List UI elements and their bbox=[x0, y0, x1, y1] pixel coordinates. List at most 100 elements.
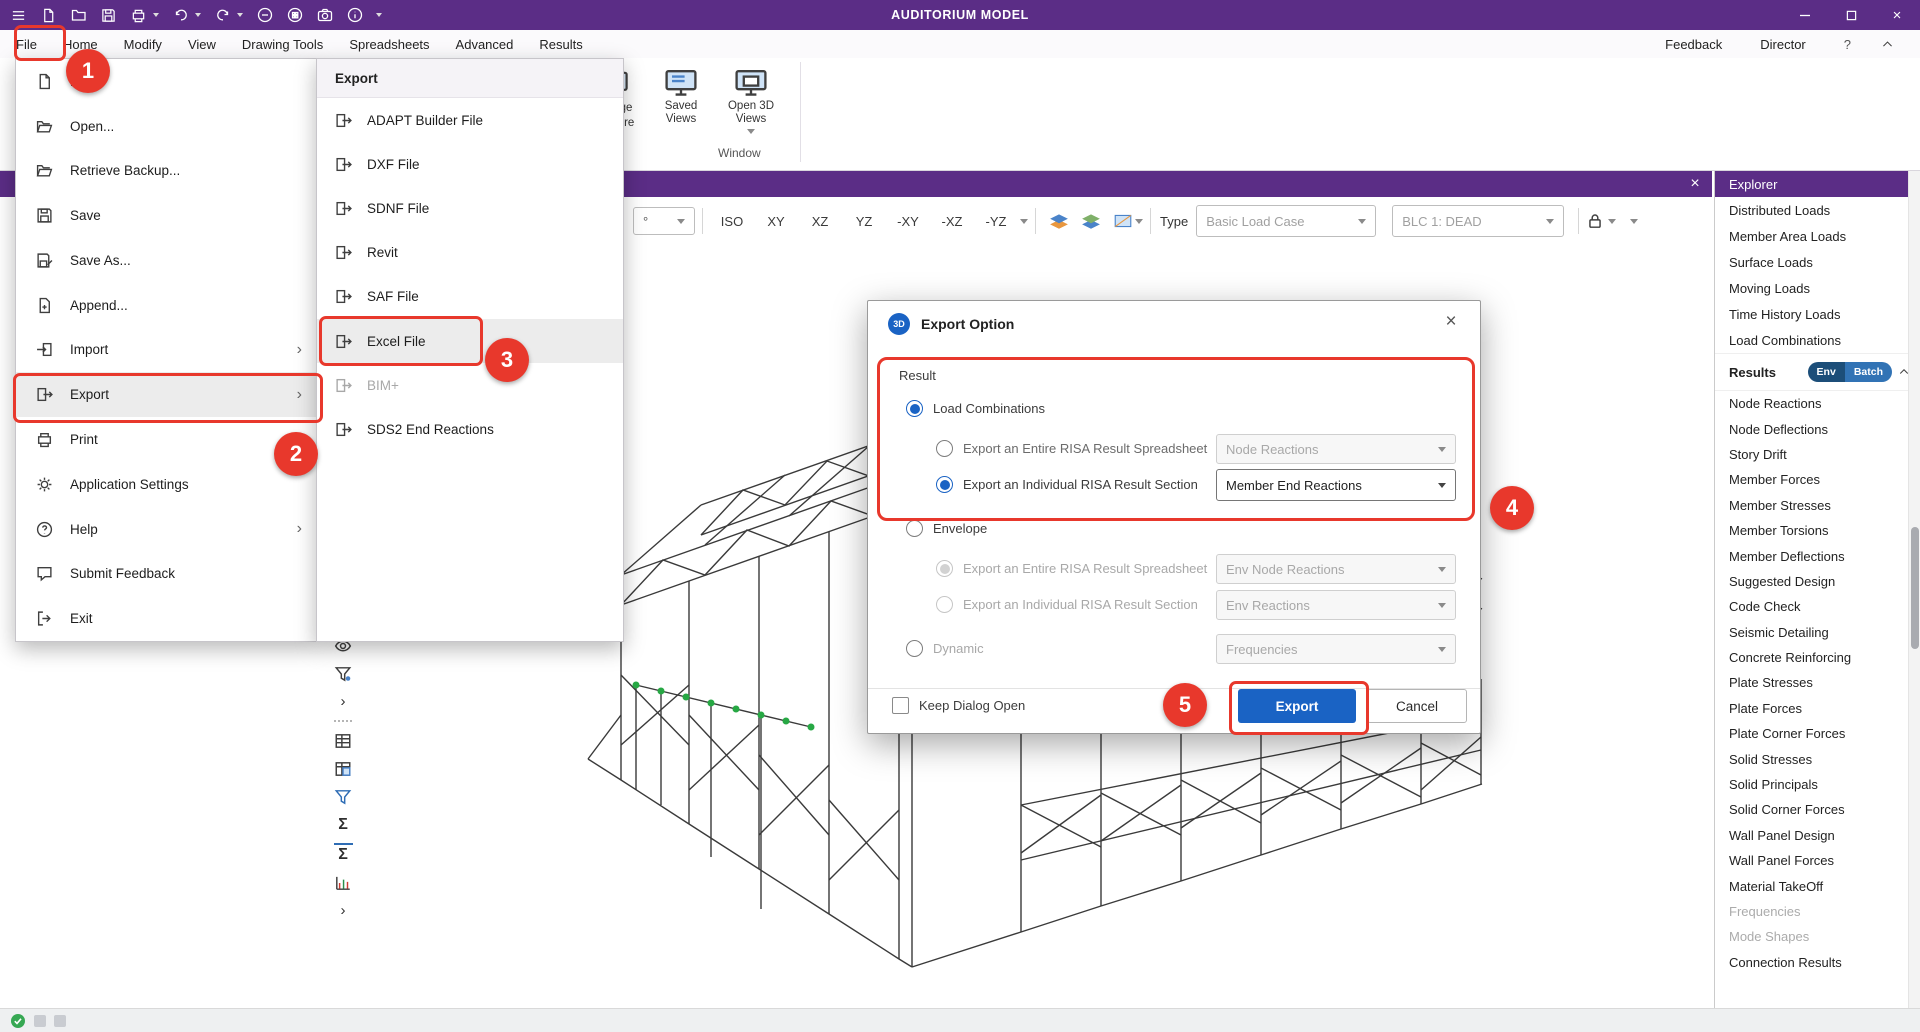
camera-icon[interactable] bbox=[316, 7, 333, 24]
render-mode-icon-1[interactable] bbox=[1049, 213, 1069, 229]
menu-advanced[interactable]: Advanced bbox=[448, 30, 522, 58]
file-menu-item-retrieve-backup[interactable]: Retrieve Backup... bbox=[16, 149, 316, 194]
menu-modify[interactable]: Modify bbox=[116, 30, 170, 58]
explorer-item-member-area-loads[interactable]: Member Area Loads bbox=[1715, 223, 1920, 249]
strip-expand-icon-bottom[interactable]: › bbox=[334, 901, 353, 920]
export-item-adapt[interactable]: ADAPT Builder File bbox=[317, 98, 623, 142]
help-icon[interactable]: ? bbox=[1836, 30, 1859, 58]
redo-dropdown-icon[interactable] bbox=[237, 13, 243, 17]
apps-circle-icon[interactable] bbox=[286, 7, 303, 24]
file-menu-item-save[interactable]: Save bbox=[16, 193, 316, 238]
keep-dialog-open-checkbox[interactable]: Keep Dialog Open bbox=[892, 697, 1025, 714]
result-item[interactable]: Concrete Reinforcing bbox=[1715, 645, 1920, 670]
export-item-sdnf[interactable]: SDNF File bbox=[317, 186, 623, 230]
status-tile-1[interactable] bbox=[34, 1015, 46, 1027]
view-iso-button[interactable]: ISO bbox=[710, 206, 754, 236]
results-filter-icon[interactable] bbox=[334, 787, 353, 806]
view-xy-button[interactable]: XY bbox=[754, 206, 798, 236]
menu-drawing-tools[interactable]: Drawing Tools bbox=[234, 30, 331, 58]
result-item[interactable]: Plate Stresses bbox=[1715, 670, 1920, 695]
load-type-select[interactable]: Basic Load Case bbox=[1196, 205, 1376, 237]
result-item[interactable]: Story Drift bbox=[1715, 442, 1920, 467]
app-menu-icon[interactable] bbox=[10, 7, 27, 24]
save-icon[interactable] bbox=[100, 7, 117, 24]
explorer-item-time-history-loads[interactable]: Time History Loads bbox=[1715, 301, 1920, 327]
file-menu-item-save-as[interactable]: Save As... bbox=[16, 238, 316, 283]
result-item[interactable]: Plate Forces bbox=[1715, 696, 1920, 721]
spreadsheet-results-icon[interactable] bbox=[334, 759, 353, 778]
result-item[interactable]: Solid Corner Forces bbox=[1715, 797, 1920, 822]
file-menu-item-import[interactable]: Import › bbox=[16, 328, 316, 373]
individual-section-select[interactable]: Member End Reactions bbox=[1216, 469, 1456, 501]
status-tile-2[interactable] bbox=[54, 1015, 66, 1027]
file-menu-item-print[interactable]: Print bbox=[16, 417, 316, 462]
sum-icon[interactable]: Σ bbox=[334, 815, 353, 834]
radio-envelope[interactable]: Envelope bbox=[906, 520, 987, 537]
export-item-sds2[interactable]: SDS2 End Reactions bbox=[317, 407, 623, 451]
view-neg-xz-button[interactable]: -XZ bbox=[930, 206, 974, 236]
open-3d-views-button[interactable]: Open 3D Views bbox=[722, 66, 780, 134]
views-more-icon[interactable] bbox=[1020, 219, 1028, 224]
result-item[interactable]: Member Torsions bbox=[1715, 518, 1920, 543]
new-file-icon[interactable] bbox=[40, 7, 57, 24]
redo-icon[interactable] bbox=[214, 7, 231, 24]
file-menu-item-application-settings[interactable]: Application Settings bbox=[16, 462, 316, 507]
lock-dropdown-icon[interactable] bbox=[1608, 219, 1616, 224]
cancel-button[interactable]: Cancel bbox=[1367, 689, 1467, 723]
blc-select[interactable]: BLC 1: DEAD bbox=[1392, 205, 1564, 237]
explorer-item-distributed-loads[interactable]: Distributed Loads bbox=[1715, 197, 1920, 223]
sum-selected-icon[interactable]: Σ bbox=[334, 843, 353, 864]
menu-spreadsheets[interactable]: Spreadsheets bbox=[341, 30, 437, 58]
result-item[interactable]: Material TakeOff bbox=[1715, 873, 1920, 898]
export-item-dxf[interactable]: DXF File bbox=[317, 142, 623, 186]
render-mode-dropdown-icon[interactable] bbox=[1135, 219, 1143, 224]
minimize-button[interactable] bbox=[1782, 0, 1828, 30]
menu-view[interactable]: View bbox=[180, 30, 224, 58]
print-dropdown-icon[interactable] bbox=[153, 13, 159, 17]
menu-file[interactable]: File bbox=[8, 30, 45, 58]
explorer-item-moving-loads[interactable]: Moving Loads bbox=[1715, 275, 1920, 301]
open-file-icon[interactable] bbox=[70, 7, 87, 24]
view-neg-yz-button[interactable]: -YZ bbox=[974, 206, 1018, 236]
file-menu-item-open[interactable]: Open... bbox=[16, 104, 316, 149]
env-toggle[interactable]: Env bbox=[1808, 362, 1845, 382]
result-item[interactable]: Solid Stresses bbox=[1715, 746, 1920, 771]
toolbar-overflow-icon[interactable] bbox=[1630, 219, 1638, 224]
batch-toggle[interactable]: Batch bbox=[1845, 362, 1892, 382]
result-item[interactable]: Seismic Detailing bbox=[1715, 620, 1920, 645]
print-icon[interactable] bbox=[130, 7, 147, 24]
result-item[interactable]: Node Deflections bbox=[1715, 416, 1920, 441]
result-item[interactable]: Solid Principals bbox=[1715, 772, 1920, 797]
explorer-scrollbar[interactable] bbox=[1908, 171, 1920, 1008]
close-button[interactable]: × bbox=[1874, 0, 1920, 30]
lock-icon[interactable] bbox=[1586, 212, 1604, 230]
export-item-excel[interactable]: Excel File bbox=[317, 319, 623, 363]
radio-dynamic[interactable]: Dynamic bbox=[906, 640, 984, 657]
director-link[interactable]: Director bbox=[1752, 30, 1814, 58]
collapse-ribbon-icon[interactable] bbox=[1881, 38, 1894, 51]
render-mode-icon-3[interactable] bbox=[1113, 213, 1133, 229]
export-button[interactable]: Export bbox=[1238, 689, 1356, 723]
radio-load-combinations[interactable]: Load Combinations bbox=[906, 400, 1045, 417]
file-menu-item-exit[interactable]: Exit bbox=[16, 596, 316, 641]
results-chart-icon[interactable] bbox=[334, 873, 353, 892]
view-neg-xy-button[interactable]: -XY bbox=[886, 206, 930, 236]
result-item[interactable]: Code Check bbox=[1715, 594, 1920, 619]
result-item[interactable]: Wall Panel Design bbox=[1715, 823, 1920, 848]
result-item[interactable]: Suggested Design bbox=[1715, 569, 1920, 594]
feedback-link[interactable]: Feedback bbox=[1657, 30, 1730, 58]
maximize-button[interactable] bbox=[1828, 0, 1874, 30]
file-menu-item-help[interactable]: Help › bbox=[16, 507, 316, 552]
remove-circle-icon[interactable] bbox=[256, 7, 273, 24]
spreadsheet-icon[interactable] bbox=[334, 731, 353, 750]
view-yz-button[interactable]: YZ bbox=[842, 206, 886, 236]
info-icon[interactable] bbox=[346, 7, 363, 24]
result-item[interactable]: Connection Results bbox=[1715, 950, 1920, 975]
render-mode-icon-2[interactable] bbox=[1081, 213, 1101, 229]
result-item[interactable]: Node Reactions bbox=[1715, 391, 1920, 416]
undo-icon[interactable] bbox=[172, 7, 189, 24]
radio-individual-section[interactable]: Export an Individual RISA Result Section bbox=[936, 476, 1198, 493]
result-item[interactable]: Wall Panel Forces bbox=[1715, 848, 1920, 873]
strip-expand-icon-top[interactable]: › bbox=[334, 692, 353, 711]
model-window-close-icon[interactable]: × bbox=[1678, 175, 1712, 193]
